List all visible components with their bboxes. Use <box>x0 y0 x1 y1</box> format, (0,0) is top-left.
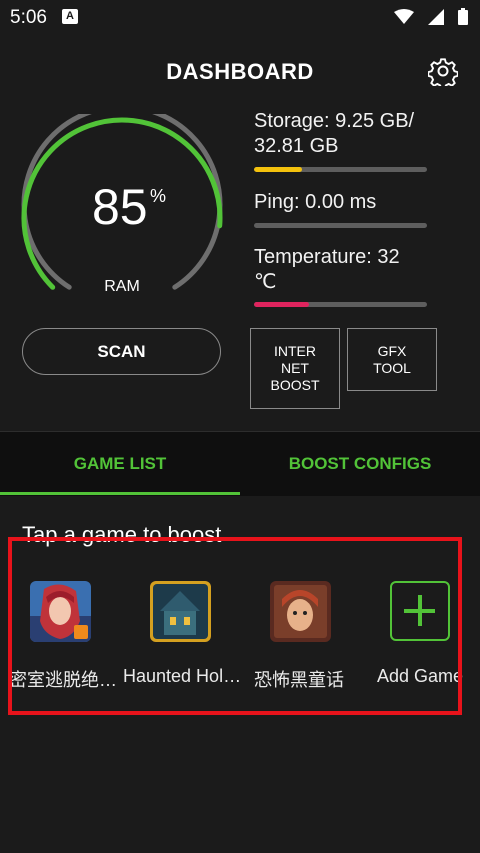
highlight-box <box>8 537 462 715</box>
wifi-icon <box>394 8 414 24</box>
ram-percent: 85 <box>92 179 148 235</box>
temperature-line-1: Temperature: 32 <box>254 246 400 268</box>
active-tab-indicator <box>0 492 240 495</box>
page-title: DASHBOARD <box>166 59 314 84</box>
battery-icon <box>458 8 468 25</box>
notification-icon: A <box>62 9 78 24</box>
temperature-line-2: ℃ <box>254 271 277 293</box>
storage-bar-fill <box>254 167 303 172</box>
status-time: 5:06 <box>10 7 47 28</box>
status-icons <box>394 8 468 25</box>
temperature-bar-fill <box>254 302 310 307</box>
ping-text: Ping: 0.00 ms <box>254 191 377 213</box>
gear-icon[interactable] <box>428 56 458 86</box>
signal-icon <box>428 8 444 25</box>
storage-bar <box>254 167 427 172</box>
tab-boost-configs[interactable]: BOOST CONFIGS <box>240 432 480 496</box>
storage-text: Storage: 9.25 GB/ 32.81 GB <box>254 109 414 159</box>
tab-game-list[interactable]: GAME LIST <box>0 432 240 496</box>
scan-button[interactable]: SCAN <box>22 328 221 375</box>
ram-label: RAM <box>104 278 140 295</box>
storage-line-1: Storage: 9.25 GB/ <box>254 110 415 132</box>
temperature-text: Temperature: 32 ℃ <box>254 245 400 295</box>
temperature-bar <box>254 302 427 307</box>
internet-boost-button[interactable]: INTER NET BOOST <box>250 328 340 409</box>
status-bar: 5:06 A <box>0 0 480 34</box>
storage-line-2: 32.81 GB <box>254 135 339 157</box>
ping-bar <box>254 223 427 228</box>
gfx-tool-button[interactable]: GFX TOOL <box>347 328 437 391</box>
ram-unit: % <box>150 186 167 206</box>
